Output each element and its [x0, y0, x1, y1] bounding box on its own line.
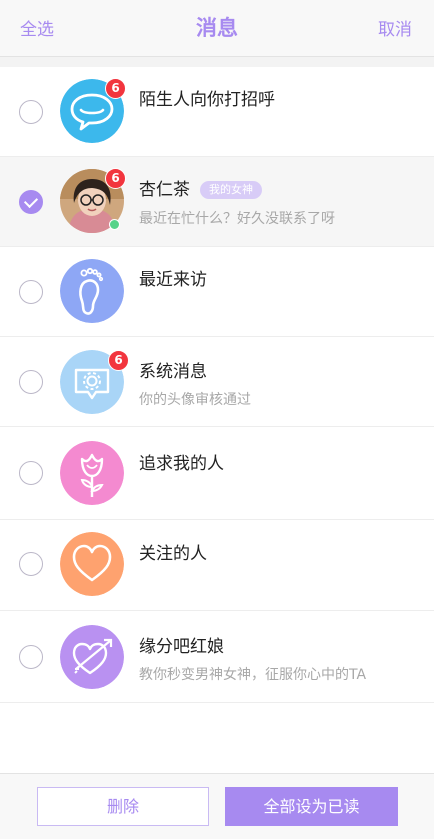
cupid-heart-icon: [60, 625, 124, 689]
heart-icon: [60, 532, 124, 596]
unread-badge: 6: [105, 78, 126, 99]
item-title: 缘分吧红娘: [139, 637, 224, 657]
page-title: 消息: [196, 16, 238, 40]
select-checkbox[interactable]: [19, 461, 43, 485]
select-checkbox[interactable]: [19, 370, 43, 394]
item-title: 追求我的人: [139, 454, 224, 474]
item-subtitle: 你的头像审核通过: [139, 392, 251, 408]
select-checkbox-checked[interactable]: [19, 190, 43, 214]
mark-all-read-button[interactable]: 全部设为已读: [225, 787, 398, 826]
online-indicator: [109, 219, 120, 230]
user-name: 杏仁茶: [139, 180, 190, 200]
footprint-icon: [60, 259, 124, 323]
list-item-system-messages[interactable]: 6 系统消息 你的头像审核通过: [0, 337, 434, 427]
list-item-admirers[interactable]: 追求我的人: [0, 427, 434, 520]
rose-icon: [60, 441, 124, 505]
list-item-followed-people[interactable]: 关注的人: [0, 520, 434, 611]
select-checkbox[interactable]: [19, 280, 43, 304]
list-item-recent-visitors[interactable]: 最近来访: [0, 247, 434, 337]
item-title: 最近来访: [139, 270, 207, 290]
top-bar: 全选 消息 取消: [0, 0, 434, 57]
cancel-button[interactable]: 取消: [378, 15, 412, 40]
item-subtitle: 教你秒变男神女神，征服你心中的TA: [139, 667, 367, 683]
select-checkbox[interactable]: [19, 645, 43, 669]
list-item-matchmaker[interactable]: 缘分吧红娘 教你秒变男神女神，征服你心中的TA: [0, 611, 434, 703]
list-item-stranger-greetings[interactable]: 6 陌生人向你打招呼: [0, 67, 434, 157]
relationship-tag: 我的女神: [200, 181, 262, 199]
bottom-action-bar: 删除 全部设为已读: [0, 773, 434, 839]
select-checkbox[interactable]: [19, 552, 43, 576]
item-title-row: 杏仁茶 我的女神: [139, 175, 262, 200]
delete-button[interactable]: 删除: [37, 787, 209, 826]
unread-badge: 6: [105, 168, 126, 189]
unread-badge: 6: [108, 350, 129, 371]
item-title: 系统消息: [139, 362, 207, 382]
item-title: 陌生人向你打招呼: [139, 90, 275, 110]
last-message-preview: 最近在忙什么？好久没联系了呀: [139, 211, 335, 227]
list-item-user-conversation[interactable]: 6 杏仁茶 我的女神 最近在忙什么？好久没联系了呀: [0, 157, 434, 247]
message-list: 6 陌生人向你打招呼 6 杏仁茶 我的女神 最近在忙什么？好久没联系了呀 最近来…: [0, 67, 434, 703]
item-title: 关注的人: [139, 544, 207, 564]
select-checkbox[interactable]: [19, 100, 43, 124]
divider: [0, 57, 434, 67]
